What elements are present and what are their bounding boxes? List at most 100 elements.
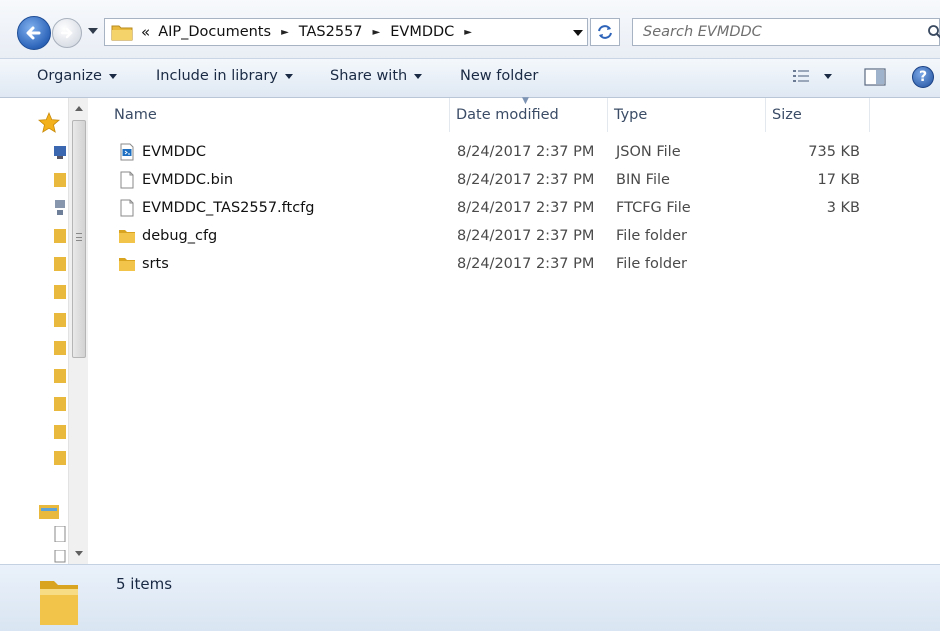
favorites-star-icon[interactable] [38,112,60,134]
change-view-button[interactable] [792,68,832,84]
command-bar: Organize Include in library Share with N… [0,58,940,98]
folder-icon[interactable] [54,368,66,384]
crumb-separator-icon[interactable]: ► [373,27,381,38]
column-header-size[interactable]: Size [766,98,870,132]
organize-label: Organize [37,68,102,84]
file-size [772,222,860,250]
file-name: EVMDDC.bin [142,172,234,188]
column-header-type[interactable]: Type [608,98,766,132]
crumb-separator-icon[interactable]: ► [464,27,472,38]
folder-icon [119,258,135,271]
address-bar[interactable]: « AIP_Documents ► TAS2557 ► EVMDDC ► [104,18,588,46]
folder-icon[interactable] [54,312,66,328]
file-list: EVMDDC 8/24/2017 2:37 PM JSON File 735 K… [92,138,940,278]
file-date: 8/24/2017 2:37 PM [457,228,595,244]
json-file-icon [120,143,134,161]
file-name: debug_cfg [142,228,218,244]
folder-icon[interactable] [54,340,66,356]
file-size [772,250,860,278]
network-icon[interactable] [54,200,66,216]
search-input[interactable] [643,24,903,40]
folder-icon [111,25,133,41]
file-type: File folder [616,228,687,244]
refresh-button[interactable] [590,18,620,46]
table-row[interactable]: debug_cfg 8/24/2017 2:37 PM File folder [92,222,940,250]
sort-indicator-icon: ▼ [522,96,529,106]
forward-button[interactable] [52,18,82,48]
folder-icon[interactable] [54,450,66,466]
column-header-size-label: Size [772,107,802,123]
organize-button[interactable]: Organize [37,68,117,84]
file-name: srts [142,256,169,272]
chevron-down-icon [108,73,117,79]
crumb-evmddc[interactable]: EVMDDC [390,24,454,40]
libraries-icon[interactable] [38,502,60,520]
details-view-icon [793,70,809,82]
file-date: 8/24/2017 2:37 PM [457,144,595,160]
overflow-chevron[interactable]: « [141,23,150,41]
back-arrow-icon [26,26,41,40]
table-row[interactable]: EVMDDC.bin 8/24/2017 2:37 PM BIN File 17… [92,166,940,194]
folder-icon[interactable] [54,256,66,272]
recent-pages-dropdown[interactable] [88,28,98,34]
folder-icon [119,230,135,243]
table-row[interactable]: EVMDDC_TAS2557.ftcfg 8/24/2017 2:37 PM F… [92,194,940,222]
table-row[interactable]: EVMDDC 8/24/2017 2:37 PM JSON File 735 K… [92,138,940,166]
back-button[interactable] [17,16,51,50]
crumb-separator-icon[interactable]: ► [281,27,289,38]
folder-icon[interactable] [54,172,66,188]
column-header-name[interactable]: Name [108,98,450,132]
generic-file-icon [120,171,134,189]
preview-pane-icon[interactable] [864,68,886,86]
help-icon[interactable]: ? [912,66,934,88]
crumb-aip-documents[interactable]: AIP_Documents [158,24,271,40]
nav-scrollbar[interactable] [68,98,88,564]
file-size: 735 KB [808,144,860,160]
chevron-down-icon [284,73,293,79]
file-type: BIN File [616,172,670,188]
document-icon[interactable] [54,526,66,542]
address-dropdown-icon[interactable] [573,30,583,36]
file-type: JSON File [616,144,681,160]
search-box[interactable] [632,18,940,46]
column-header-date-label: Date modified [456,107,559,123]
scroll-thumb[interactable] [72,120,86,358]
newfolder-label: New folder [460,68,539,84]
share-with-button[interactable]: Share with [330,68,423,84]
file-size: 17 KB [817,172,860,188]
address-row: « AIP_Documents ► TAS2557 ► EVMDDC ► [0,0,940,58]
forward-arrow-icon [60,27,73,39]
desktop-icon[interactable] [54,144,66,160]
scroll-down-icon[interactable] [75,551,83,556]
include-in-library-button[interactable]: Include in library [156,68,293,84]
chevron-down-icon [824,73,832,79]
item-count: 5 items [116,575,173,593]
generic-file-icon [120,199,134,217]
table-row[interactable]: srts 8/24/2017 2:37 PM File folder [92,250,940,278]
share-label: Share with [330,68,408,84]
file-size: 3 KB [826,200,860,216]
folder-icon[interactable] [54,284,66,300]
folder-icon[interactable] [54,228,66,244]
folder-icon [40,581,78,625]
column-headers: Name Date modified Type Size ▼ [92,96,940,132]
search-icon[interactable] [927,24,940,40]
file-name: EVMDDC [142,144,207,160]
folder-icon[interactable] [54,424,66,440]
details-pane: 5 items [0,564,940,631]
column-header-name-label: Name [114,107,157,123]
folder-icon[interactable] [54,396,66,412]
include-label: Include in library [156,68,278,84]
scroll-up-icon[interactable] [75,106,83,111]
file-date: 8/24/2017 2:37 PM [457,172,595,188]
chevron-down-icon [414,73,423,79]
new-folder-button[interactable]: New folder [460,68,538,84]
file-type: FTCFG File [616,200,691,216]
crumb-tas2557[interactable]: TAS2557 [299,24,363,40]
refresh-icon [598,25,612,39]
file-name: EVMDDC_TAS2557.ftcfg [142,200,315,216]
grip-icon [76,233,82,241]
file-date: 8/24/2017 2:37 PM [457,256,595,272]
file-date: 8/24/2017 2:37 PM [457,200,595,216]
column-header-date[interactable]: Date modified [450,98,608,132]
